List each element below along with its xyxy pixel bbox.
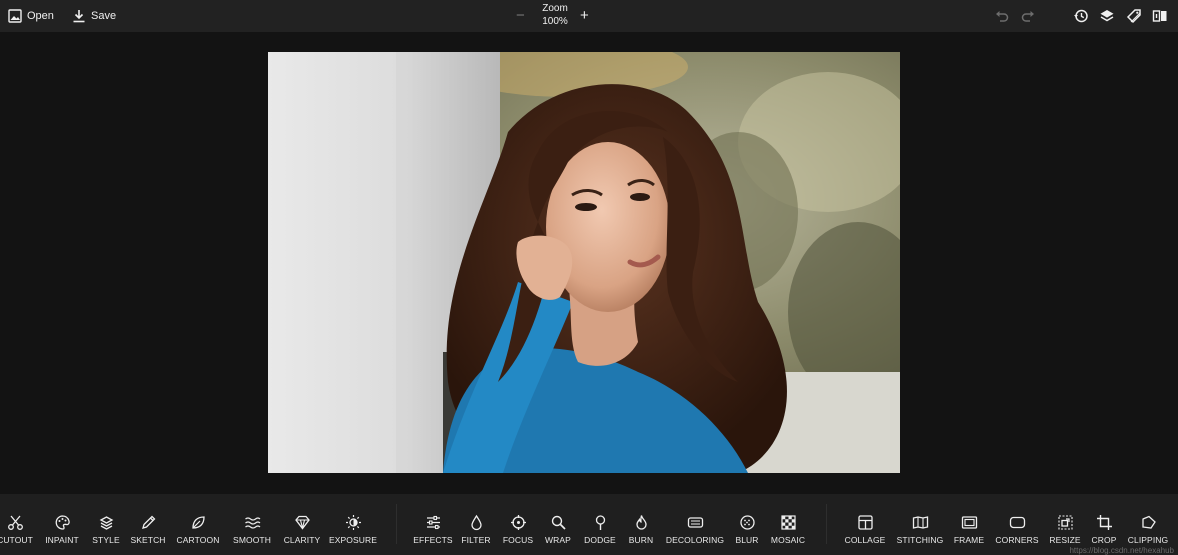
save-button[interactable]: Save xyxy=(72,6,116,26)
leaf-icon xyxy=(190,514,207,531)
tool-label: WRAP xyxy=(545,535,571,545)
tool-label: STITCHING xyxy=(896,535,944,545)
crosshair-icon xyxy=(510,514,527,531)
tool-label: CORNERS xyxy=(995,535,1039,545)
frame-icon xyxy=(961,514,978,531)
toolbar-divider xyxy=(396,504,397,544)
tool-focus[interactable]: FOCUS xyxy=(502,494,534,555)
tool-inpaint[interactable]: INPAINT xyxy=(44,494,80,555)
tool-cartoon[interactable]: CARTOON xyxy=(176,494,220,555)
stitching-icon xyxy=(912,514,929,531)
waves-icon xyxy=(244,514,261,531)
tool-label: EXPOSURE xyxy=(328,535,378,545)
tool-burn[interactable]: BURN xyxy=(627,494,655,555)
tool-label: SKETCH xyxy=(130,535,166,545)
tool-label: SMOOTH xyxy=(233,535,271,545)
top-toolbar: Open Save − Zoom 100% + xyxy=(0,0,1178,32)
tool-label: CROP xyxy=(1091,535,1117,545)
tool-cutout[interactable]: CUTOUT xyxy=(0,494,33,555)
collage-icon xyxy=(857,514,874,531)
tool-smooth[interactable]: SMOOTH xyxy=(232,494,272,555)
rounded-rect-icon xyxy=(1009,514,1026,531)
style-icon xyxy=(98,514,115,531)
sliders-icon xyxy=(425,514,442,531)
tag-icon[interactable] xyxy=(1126,8,1142,24)
download-icon xyxy=(73,10,85,23)
tool-stitching[interactable]: STITCHING xyxy=(896,494,944,555)
tool-label: COLLAGE xyxy=(844,535,886,545)
tool-label: RESIZE xyxy=(1049,535,1081,545)
tool-label: CARTOON xyxy=(176,535,220,545)
zoom-label: Zoom xyxy=(542,3,568,14)
canvas-area xyxy=(0,32,1178,494)
tool-label: STYLE xyxy=(92,535,120,545)
compare-icon[interactable] xyxy=(1152,8,1168,24)
layers-icon[interactable] xyxy=(1099,8,1115,24)
tool-label: FILTER xyxy=(461,535,491,545)
tool-frame[interactable]: FRAME xyxy=(954,494,984,555)
tool-label: FOCUS xyxy=(502,535,534,545)
pencil-icon xyxy=(140,514,157,531)
scissors-icon xyxy=(7,514,24,531)
tool-clarity[interactable]: CLARITY xyxy=(283,494,321,555)
open-label: Open xyxy=(27,10,54,22)
resize-icon xyxy=(1057,514,1074,531)
tool-decoloring[interactable]: DECOLORING xyxy=(665,494,725,555)
tool-sketch[interactable]: SKETCH xyxy=(130,494,166,555)
photo-canvas[interactable] xyxy=(268,52,900,473)
undo-icon[interactable] xyxy=(994,8,1010,24)
tool-label: INPAINT xyxy=(45,535,79,545)
tool-corners[interactable]: CORNERS xyxy=(995,494,1039,555)
crop-icon xyxy=(1096,514,1113,531)
zoom-value: 100% xyxy=(542,16,568,27)
dodge-icon xyxy=(592,514,609,531)
zoom-in-button[interactable]: + xyxy=(580,8,589,23)
tool-dodge[interactable]: DODGE xyxy=(584,494,616,555)
tool-label: CLARITY xyxy=(283,535,321,545)
clipping-icon xyxy=(1140,514,1157,531)
magnifier-icon xyxy=(550,514,567,531)
tool-mosaic[interactable]: MOSAIC xyxy=(770,494,806,555)
tool-label: MOSAIC xyxy=(770,535,806,545)
tool-label: DODGE xyxy=(584,535,616,545)
tool-exposure[interactable]: EXPOSURE xyxy=(328,494,378,555)
blur-icon xyxy=(739,514,756,531)
palette-icon xyxy=(54,514,71,531)
tool-label: DECOLORING xyxy=(665,535,725,545)
tool-filter[interactable]: FILTER xyxy=(461,494,491,555)
diamond-icon xyxy=(294,514,311,531)
redo-icon[interactable] xyxy=(1020,8,1036,24)
toolbar-divider xyxy=(826,504,827,544)
open-button[interactable]: Open xyxy=(8,6,54,26)
sun-icon xyxy=(345,514,362,531)
history-icon[interactable] xyxy=(1073,8,1089,24)
tool-label: FRAME xyxy=(953,535,985,545)
tool-label: CLIPPING xyxy=(1127,535,1169,545)
zoom-out-button[interactable]: − xyxy=(516,8,525,23)
tool-label: EFFECTS xyxy=(413,535,453,545)
bottom-toolbar: CUTOUT INPAINT STYLE SKETCH CARTOON SMOO… xyxy=(0,494,1178,555)
tool-collage[interactable]: COLLAGE xyxy=(845,494,885,555)
tool-label: BLUR xyxy=(735,535,759,545)
decoloring-icon xyxy=(687,514,704,531)
tool-label: BURN xyxy=(628,535,654,545)
flame-icon xyxy=(633,514,650,531)
zoom-control: − Zoom 100% + xyxy=(512,2,598,30)
tool-wrap[interactable]: WRAP xyxy=(544,494,572,555)
drop-icon xyxy=(468,514,485,531)
tool-blur[interactable]: BLUR xyxy=(734,494,760,555)
tool-style[interactable]: STYLE xyxy=(92,494,120,555)
portrait-photo xyxy=(268,52,900,473)
save-label: Save xyxy=(91,10,117,22)
tool-label: CUTOUT xyxy=(0,535,33,545)
tool-effects[interactable]: EFFECTS xyxy=(413,494,453,555)
watermark: https://blog.csdn.net/hexahub xyxy=(1069,546,1174,555)
image-open-icon xyxy=(8,9,22,23)
mosaic-icon xyxy=(780,514,797,531)
